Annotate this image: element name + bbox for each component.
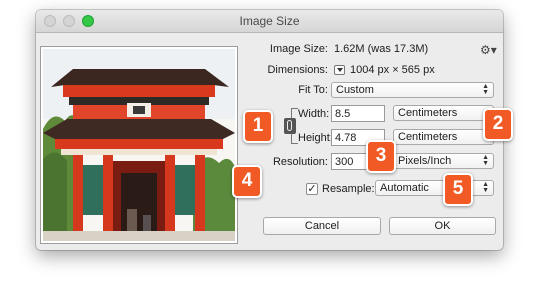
fit-to-selected: Custom (336, 84, 374, 96)
resample-select[interactable]: Automatic ▲ ▼ (375, 180, 494, 196)
link-chain-icon[interactable] (284, 118, 296, 134)
width-input[interactable]: 8.5 (331, 105, 385, 122)
ok-button[interactable]: OK (389, 217, 496, 235)
height-unit-select[interactable]: Centimeters (393, 129, 494, 145)
resample-label: Resample: (322, 183, 375, 195)
chevron-up-down-icon: ▲ ▼ (482, 154, 489, 167)
window-title: Image Size (239, 14, 300, 28)
image-size-value: 1.62M (was 17.3M) (334, 43, 429, 55)
chevron-up-down-icon: ▲ ▼ (482, 181, 489, 194)
image-preview[interactable] (40, 46, 238, 244)
title-bar: Image Size (36, 10, 503, 33)
callout-badge-2: 2 (483, 108, 513, 141)
resolution-unit-select[interactable]: Pixels/Inch ▲ ▼ (393, 153, 494, 169)
chevron-up-down-icon: ▲ ▼ (482, 83, 489, 96)
callout-badge-3: 3 (366, 140, 396, 173)
image-size-label: Image Size: (269, 43, 328, 55)
width-unit-selected: Centimeters (398, 107, 458, 119)
callout-badge-1: 1 (243, 110, 273, 143)
gear-icon[interactable]: ⚙▾ (480, 43, 497, 57)
fit-to-select[interactable]: Custom ▲ ▼ (331, 82, 494, 98)
callout-badge-4: 4 (232, 165, 262, 198)
height-unit-selected: Centimeters (398, 131, 458, 143)
cancel-button[interactable]: Cancel (263, 217, 381, 235)
dimensions-value: 1004 px × 565 px (350, 64, 435, 76)
width-unit-select[interactable]: Centimeters (393, 105, 494, 121)
callout-badge-5: 5 (443, 173, 473, 206)
resolution-unit-selected: Pixels/Inch (398, 155, 452, 167)
resample-checkbox[interactable]: ✓ (306, 183, 318, 195)
disclosure-icon[interactable] (334, 65, 345, 75)
height-label: Height: (298, 132, 333, 144)
dimensions-label: Dimensions: (267, 64, 328, 76)
width-label: Width: (298, 108, 330, 120)
preview-photo (43, 49, 235, 241)
resample-selected: Automatic (380, 182, 429, 194)
fit-to-label: Fit To: (298, 84, 328, 96)
